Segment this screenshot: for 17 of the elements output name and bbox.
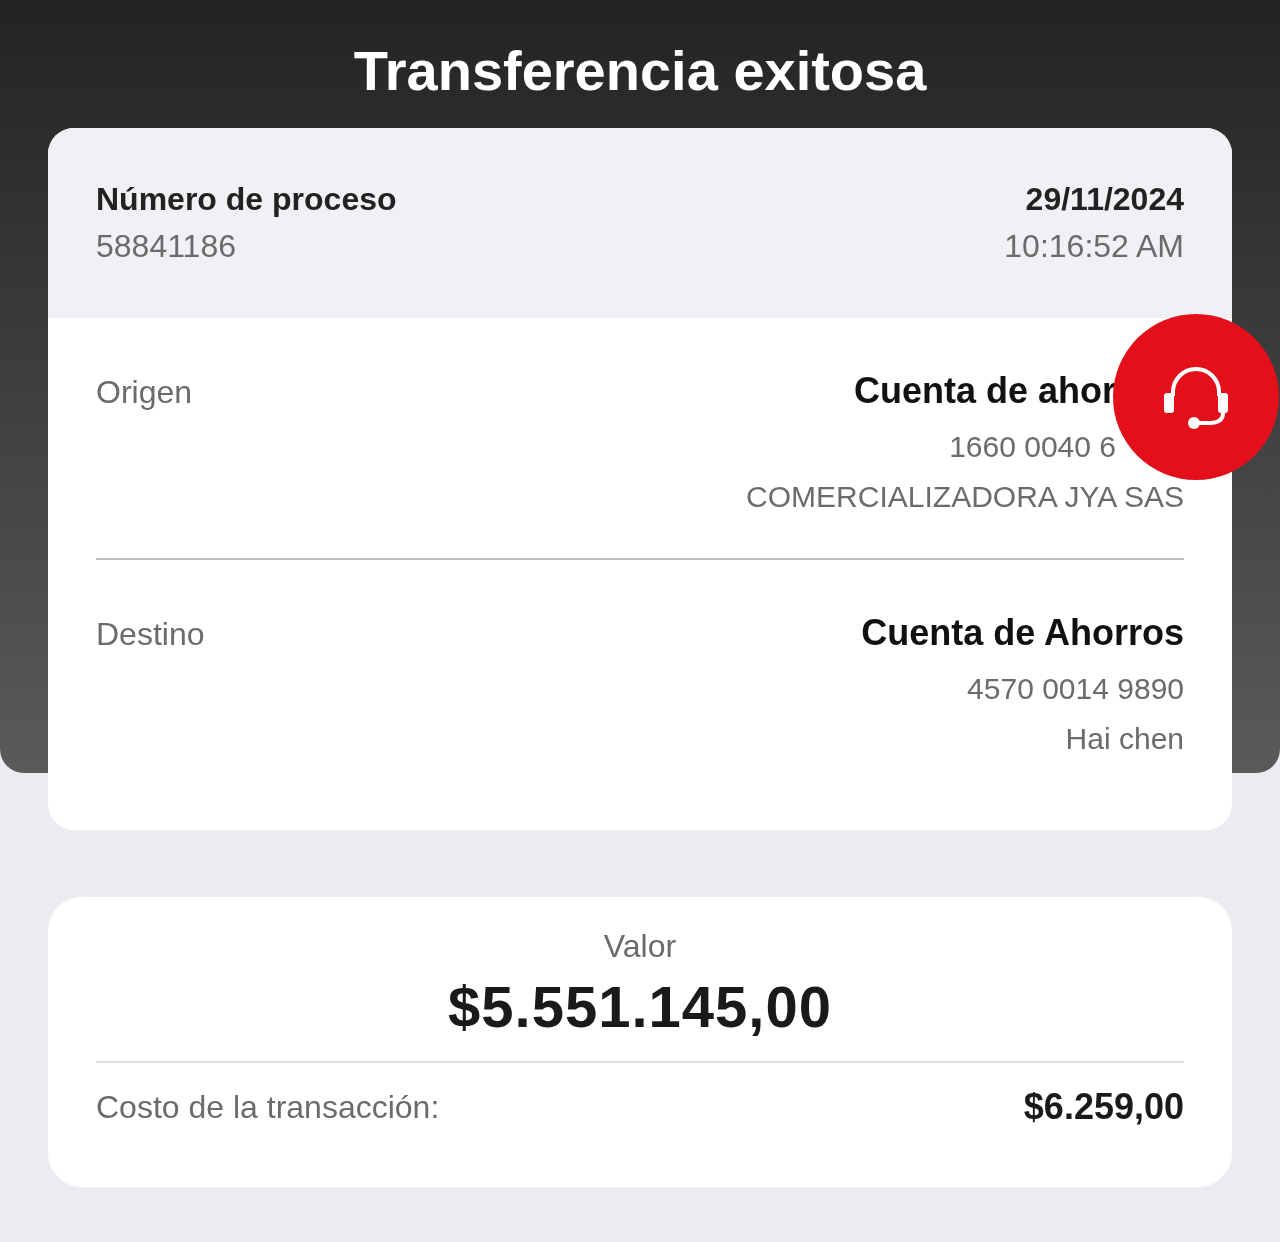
process-number: 58841186 [96, 227, 236, 266]
account-type: Cuenta de Ahorros [861, 611, 1184, 655]
account-number: 4570 0014 9890 [967, 671, 1184, 707]
fee-label: Costo de la transacción: [96, 1088, 440, 1127]
date-text: 29/11/2024 [1025, 180, 1184, 219]
page-title: Transferencia exitosa [353, 38, 927, 104]
headset-icon [1161, 364, 1231, 430]
amount-label: Valor [603, 927, 677, 966]
amount-value: $5.551.145,00 [448, 973, 832, 1041]
account-label: Origen [96, 373, 193, 412]
account-holder: COMERCIALIZADORA JYA SAS [746, 479, 1184, 515]
account-holder: Hai chen [1065, 721, 1184, 757]
account-number: 1660 0040 6 [949, 429, 1116, 465]
fee-value: $6.259,00 [1023, 1086, 1184, 1128]
process-label: Número de proceso [96, 180, 397, 219]
account-label: Destino [96, 615, 205, 654]
time-text: 10:16:52 AM [1004, 227, 1184, 266]
